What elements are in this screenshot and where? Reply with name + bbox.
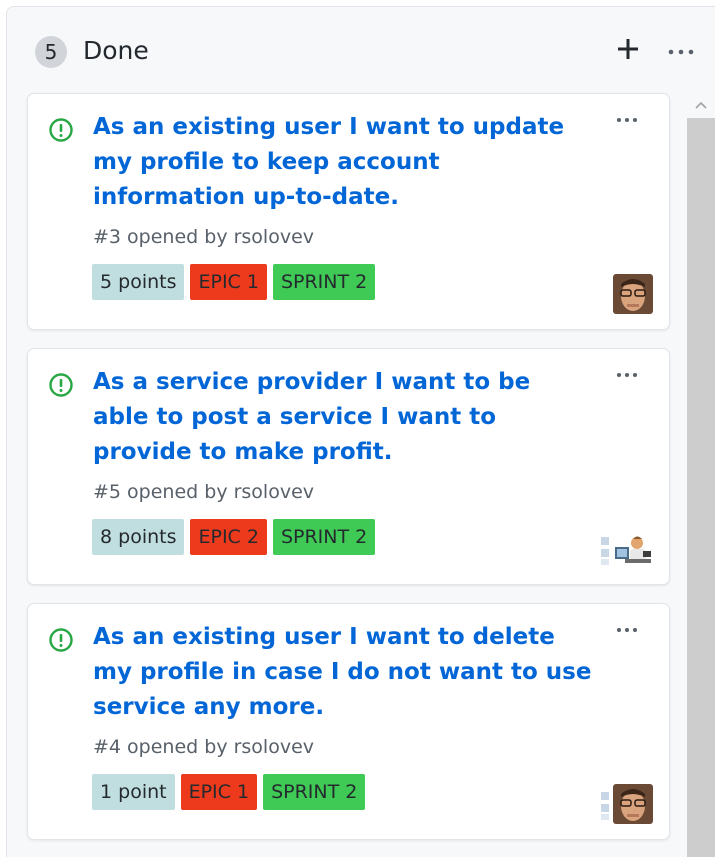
issue-card[interactable]: As an existing user I want to delete my … [27, 603, 670, 840]
avatar[interactable] [613, 784, 653, 824]
plus-icon[interactable] [612, 33, 644, 65]
issue-meta: #4 opened by rsolovev [93, 736, 315, 758]
issue-card[interactable]: As an existing user I want to update my … [27, 93, 670, 330]
card-count-badge: 5 [35, 36, 67, 68]
scroll-up-arrow[interactable] [687, 94, 715, 118]
column-title: Done [83, 36, 149, 65]
label-points[interactable]: 5 points [92, 264, 185, 300]
label-points[interactable]: 1 point [92, 774, 175, 810]
issue-opened-icon [48, 117, 74, 143]
project-column-done: 5 Done As an existing user I want to upd… [6, 6, 715, 857]
column-header: 5 Done [7, 7, 715, 93]
assignee-avatars [599, 529, 653, 569]
assignee-avatars [599, 784, 653, 824]
avatar[interactable] [599, 529, 613, 569]
label-epic[interactable]: EPIC 1 [180, 774, 258, 810]
issue-opened-icon [48, 627, 74, 653]
issue-title-link[interactable]: As an existing user I want to update my … [93, 110, 593, 215]
label-points[interactable]: 8 points [92, 519, 185, 555]
label-sprint[interactable]: SPRINT 2 [263, 774, 366, 810]
label-list: 5 points EPIC 1 SPRINT 2 [92, 264, 376, 300]
avatar[interactable] [613, 529, 653, 569]
issue-opened-icon [48, 372, 74, 398]
issue-card[interactable]: As a service provider I want to be able … [27, 348, 670, 585]
card-menu-icon[interactable] [610, 110, 646, 130]
issue-meta: #3 opened by rsolovev [93, 226, 315, 248]
issue-title-link[interactable]: As an existing user I want to delete my … [93, 620, 593, 725]
label-sprint[interactable]: SPRINT 2 [272, 264, 376, 300]
ellipsis-icon[interactable] [664, 35, 700, 65]
label-list: 1 point EPIC 1 SPRINT 2 [92, 774, 366, 810]
issue-meta: #5 opened by rsolovev [93, 481, 315, 503]
issue-title-link[interactable]: As a service provider I want to be able … [93, 365, 593, 470]
avatar[interactable] [613, 274, 653, 314]
label-list: 8 points EPIC 2 SPRINT 2 [92, 519, 376, 555]
label-epic[interactable]: EPIC 1 [190, 264, 267, 300]
label-epic[interactable]: EPIC 2 [190, 519, 267, 555]
card-menu-icon[interactable] [610, 365, 646, 385]
label-sprint[interactable]: SPRINT 2 [272, 519, 376, 555]
scrollbar-thumb[interactable] [687, 118, 715, 857]
avatar[interactable] [599, 784, 613, 824]
card-menu-icon[interactable] [610, 620, 646, 640]
assignee-avatars [613, 274, 653, 314]
